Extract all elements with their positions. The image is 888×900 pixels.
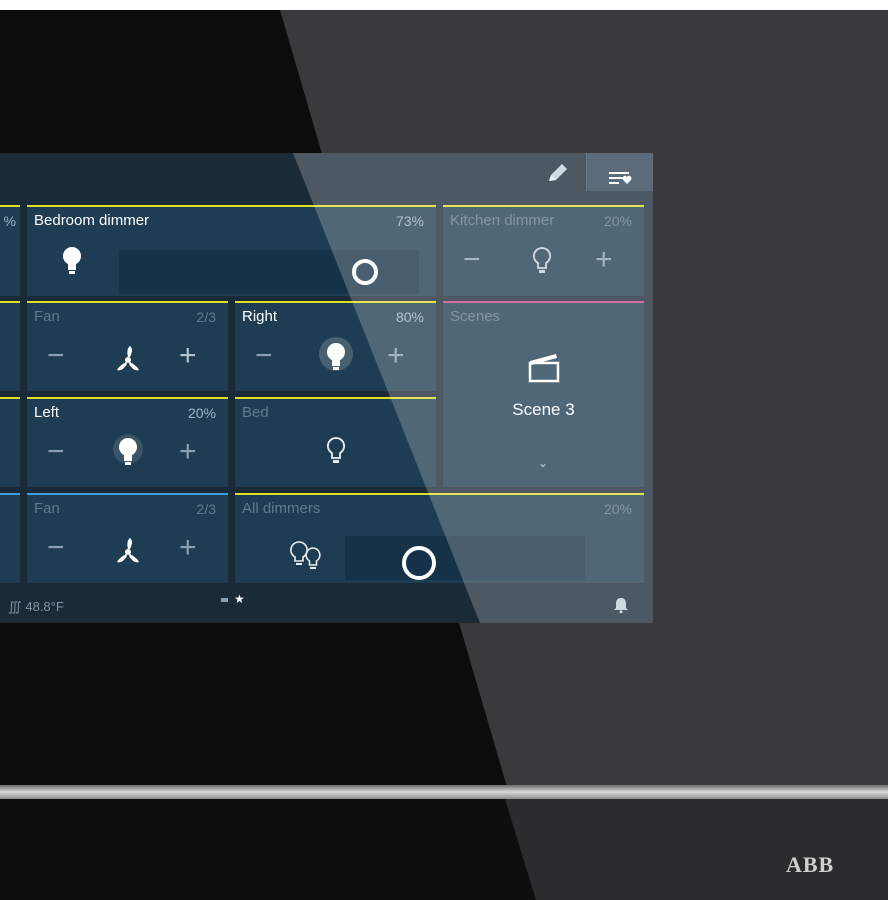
scene-chevron-button[interactable]: ⌄ — [538, 456, 548, 470]
temperature-readout: ∭ 48.8°F — [8, 599, 64, 615]
partial-tile-value: % — [3, 213, 16, 229]
pencil-icon[interactable] — [544, 161, 570, 185]
left-light-minus-button[interactable]: − — [47, 437, 65, 467]
all-dimmers-label: All dimmers — [242, 500, 321, 517]
fan-tile-bottom[interactable]: Fan 2/3 − + — [27, 493, 228, 583]
right-light-plus-button[interactable]: + — [387, 341, 405, 371]
scenes-label: Scenes — [450, 308, 501, 325]
top-bar — [0, 153, 654, 191]
right-light-minus-button[interactable]: − — [255, 341, 273, 371]
fan-bottom-plus-button[interactable]: + — [179, 533, 197, 563]
left-light-plus-button[interactable]: + — [179, 437, 197, 467]
current-scene-name: Scene 3 — [512, 400, 575, 419]
temperature-value: 48.8°F — [25, 599, 64, 614]
bulb-on-icon — [319, 337, 353, 371]
partial-tile-row3[interactable] — [0, 397, 20, 487]
bedroom-dimmer-slider-knob[interactable] — [352, 259, 378, 285]
bedroom-dimmer-value: 73% — [395, 213, 424, 229]
bell-icon[interactable] — [614, 597, 628, 613]
fan-top-plus-button[interactable]: + — [179, 341, 197, 371]
kitchen-dimmer-label: Kitchen dimmer — [450, 212, 555, 229]
left-light-label: Left — [34, 404, 60, 421]
touch-panel: % Bedroom dimmer 73% Kitchen dimmer 20% … — [0, 10, 888, 900]
fan-tile-top[interactable]: Fan 2/3 − + — [27, 301, 228, 391]
bulb-on-icon — [113, 434, 143, 465]
fan-top-label: Fan — [34, 308, 60, 325]
page-dot[interactable] — [221, 597, 228, 602]
clapperboard-icon — [528, 354, 560, 383]
left-light-tile[interactable]: Left 20% − + — [27, 397, 228, 487]
right-light-label: Right — [242, 308, 278, 325]
status-bar: ∭ 48.8°F ★ — [0, 587, 653, 623]
metal-trim — [0, 785, 888, 799]
bedroom-dimmer-label: Bedroom dimmer — [34, 212, 150, 229]
bulbs-icon — [290, 541, 321, 569]
bed-light-label: Bed — [242, 404, 269, 421]
favorites-menu-button[interactable] — [586, 153, 654, 191]
abb-logo: ABB — [786, 852, 835, 877]
page-indicator[interactable]: ★ — [221, 592, 245, 606]
fan-bottom-minus-button[interactable]: − — [47, 533, 65, 563]
scenes-tile[interactable]: Scenes Scene 3 ⌄ — [443, 301, 644, 487]
lower-bezel: ABB — [0, 799, 888, 900]
partial-tile-row2[interactable] — [0, 301, 20, 391]
all-dimmers-slider[interactable] — [345, 536, 585, 580]
fan-bottom-label: Fan — [34, 500, 60, 517]
bed-light-tile[interactable]: Bed — [235, 397, 436, 487]
favorites-menu-icon — [609, 172, 632, 184]
partial-tile-top[interactable]: % — [0, 205, 20, 296]
right-light-tile[interactable]: Right 80% − + — [235, 301, 436, 391]
kitchen-dimmer-value: 20% — [603, 213, 632, 229]
bedroom-dimmer-tile[interactable]: Bedroom dimmer 73% — [27, 205, 436, 296]
kitchen-dimmer-tile[interactable]: Kitchen dimmer 20% − + — [443, 205, 644, 296]
favorites-page-star[interactable]: ★ — [234, 592, 245, 606]
bulb-icon — [63, 247, 81, 274]
left-light-value: 20% — [187, 405, 216, 421]
all-dimmers-value: 20% — [603, 501, 632, 517]
screen: % Bedroom dimmer 73% Kitchen dimmer 20% … — [0, 153, 654, 623]
bulb-outline-icon — [326, 437, 346, 463]
bulb-outline-icon — [532, 247, 552, 273]
partial-tile-row4[interactable] — [0, 493, 20, 583]
fan-icon — [117, 346, 139, 371]
heating-icon: ∭ — [8, 599, 26, 614]
all-dimmers-tile[interactable]: All dimmers 20% — [235, 493, 644, 583]
fan-bottom-value: 2/3 — [196, 501, 216, 517]
fan-icon — [117, 538, 139, 563]
right-light-value: 80% — [395, 309, 424, 325]
kitchen-dimmer-minus-button[interactable]: − — [463, 245, 481, 275]
kitchen-dimmer-plus-button[interactable]: + — [595, 245, 613, 275]
bezel-reflection — [505, 799, 888, 900]
fan-top-minus-button[interactable]: − — [47, 341, 65, 371]
fan-top-value: 2/3 — [196, 309, 216, 325]
